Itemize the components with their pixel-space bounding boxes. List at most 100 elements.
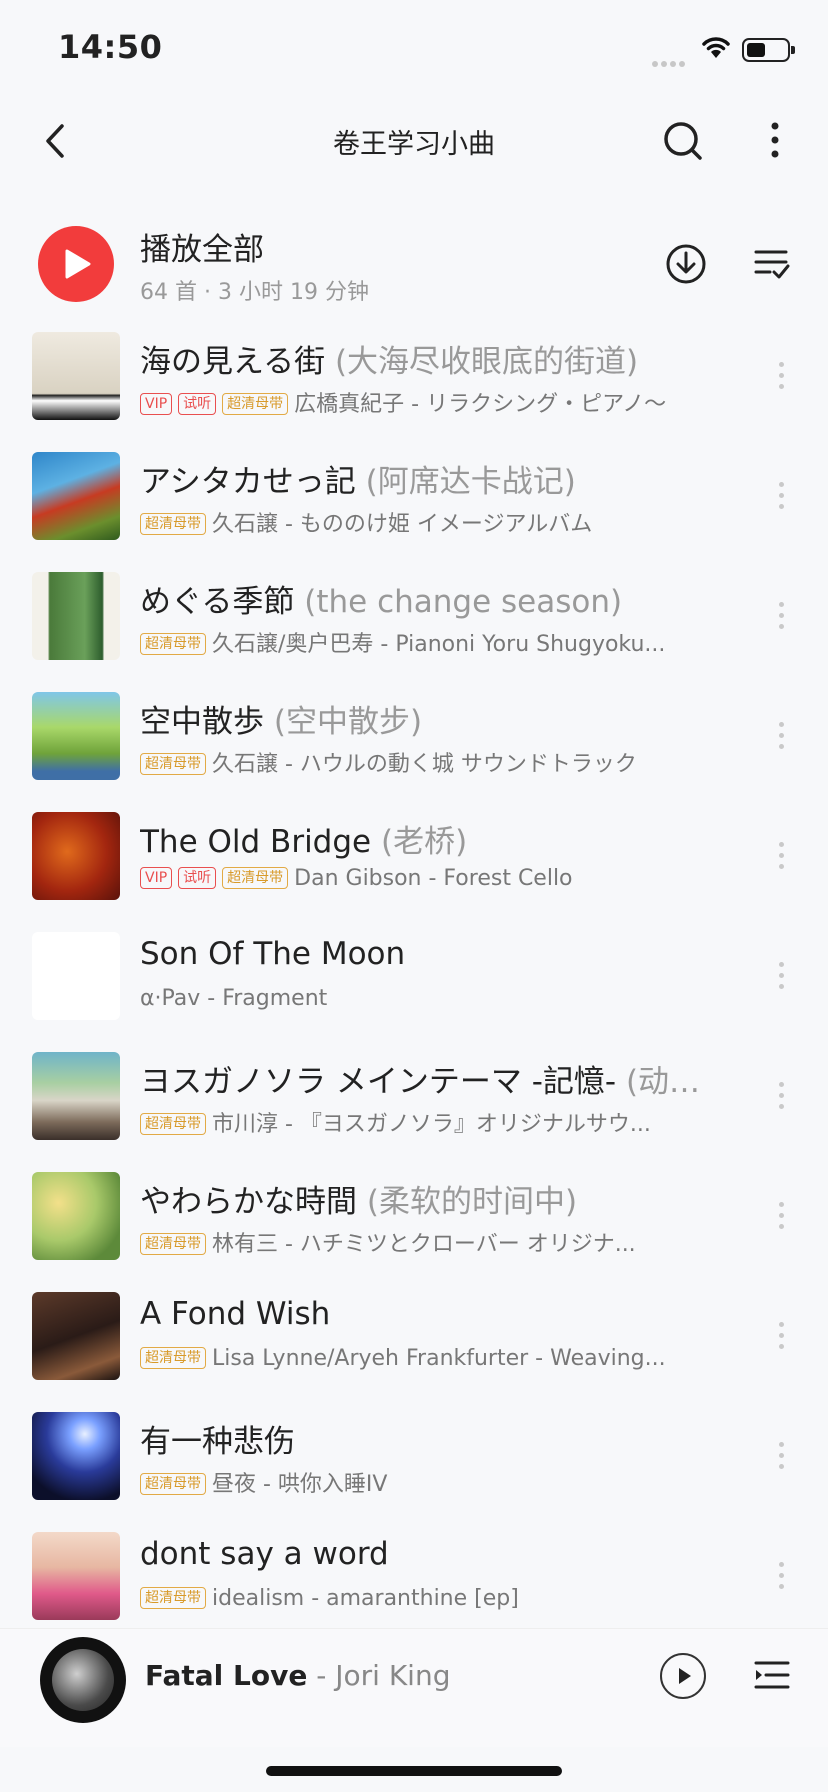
song-meta: VIP 试听 超清母带 広橋真紀子 - リラクシング・ピアノ～ [140, 386, 700, 418]
song-meta: α·Pav - Fragment [140, 986, 700, 1011]
song-row[interactable]: Son Of The Moon α·Pav - Fragment [0, 918, 828, 1038]
song-meta: 超清母带 Lisa Lynne/Aryeh Frankfurter - Weavi… [140, 1346, 700, 1371]
song-alias: (大海尽收眼底的街道) [334, 344, 639, 380]
now-playing-title: Fatal Love [145, 1659, 308, 1692]
song-row[interactable]: アシタカせっ記 (阿席达卡战记) 超清母带 久石譲 - もののけ姫 イメージアルバム [0, 438, 828, 558]
song-artist-album: 広橋真紀子 - リラクシング・ピアノ～ [294, 392, 667, 417]
now-playing-track[interactable]: Fatal Love - Jori King [145, 1659, 450, 1692]
more-vertical-icon[interactable] [760, 116, 790, 166]
cover-fragment [32, 932, 120, 1020]
song-row[interactable]: 有一种悲伤超清母带 昼夜 - 哄你入睡IV [0, 1398, 828, 1518]
download-icon[interactable] [664, 242, 708, 286]
song-name: 有一种悲伤 [140, 1416, 720, 1461]
song-title: めぐる季節 [140, 584, 295, 620]
master-quality-tag: 超清母带 [140, 1347, 206, 1369]
song-more-icon[interactable] [772, 722, 790, 756]
song-meta: 超清母带 林有三 - ハチミツとクローバー オリジナ... [140, 1226, 700, 1258]
now-playing-separator: - [307, 1659, 336, 1692]
album-cover[interactable] [32, 572, 120, 660]
song-name: A Fond Wish [140, 1296, 720, 1332]
battery-icon [742, 38, 795, 62]
master-quality-tag: 超清母带 [140, 513, 206, 535]
play-all-bar[interactable]: 播放全部 64 首 · 3 小时 19 分钟 [0, 212, 828, 312]
cover-ashitaka [32, 452, 120, 540]
song-more-icon[interactable] [772, 362, 790, 396]
vip-tag: VIP [140, 393, 173, 415]
cover-change-season [32, 572, 120, 660]
album-cover[interactable] [32, 1292, 120, 1380]
song-more-icon[interactable] [772, 1322, 790, 1356]
song-more-icon[interactable] [772, 1202, 790, 1236]
cover-sadness [32, 1412, 120, 1500]
cover-yosuga [32, 1052, 120, 1140]
song-artist-album: 久石譲 - もののけ姫 イメージアルバム [212, 512, 593, 537]
playlist-summary: 64 首 · 3 小时 19 分钟 [140, 280, 369, 305]
song-title: dont say a word [140, 1536, 389, 1572]
master-quality-tag: 超清母带 [222, 393, 289, 415]
song-alias: (阿席达卡战记) [365, 464, 576, 500]
album-cover[interactable] [32, 692, 120, 780]
status-time: 14:50 [58, 28, 163, 66]
song-row[interactable]: やわらかな時間 (柔软的时间中) 超清母带 林有三 - ハチミツとクローバー オリジ… [0, 1158, 828, 1278]
song-more-icon[interactable] [772, 602, 790, 636]
album-cover[interactable] [32, 1532, 120, 1620]
vip-tag: VIP [140, 867, 173, 889]
nav-bar: 卷王学习小曲 [0, 100, 828, 182]
song-name: ヨスガノソラ メインテーマ -記憶- (动… [140, 1056, 720, 1101]
song-meta: 超清母带 市川淳 - 『ヨスガノソラ』オリジナルサウ... [140, 1106, 700, 1138]
song-more-icon[interactable] [772, 1562, 790, 1596]
song-artist-album: α·Pav - Fragment [140, 986, 328, 1011]
master-quality-tag: 超清母带 [140, 1587, 206, 1609]
now-playing-cover[interactable] [40, 1637, 126, 1723]
cover-honey-clover [32, 1172, 120, 1260]
song-name: dont say a word [140, 1536, 720, 1572]
song-row[interactable]: A Fond Wish 超清母带 Lisa Lynne/Aryeh Frankfur… [0, 1278, 828, 1398]
song-artist-album: 昼夜 - 哄你入睡IV [212, 1472, 388, 1497]
playlist-queue-icon[interactable] [752, 1655, 792, 1695]
song-row[interactable]: The Old Bridge (老桥) VIP 试听 超清母带 Dan Gibson -… [0, 798, 828, 918]
now-playing-artist: Jori King [335, 1659, 451, 1692]
song-alias: (老桥) [380, 824, 468, 860]
album-cover[interactable] [32, 812, 120, 900]
play-all-label: 播放全部 [140, 232, 264, 268]
master-quality-tag: 超清母带 [140, 1233, 206, 1255]
song-artist-album: Dan Gibson - Forest Cello [294, 866, 573, 891]
song-row[interactable]: dont say a word 超清母带 idealism - amaranthin… [0, 1518, 828, 1638]
song-alias: (动… [625, 1064, 701, 1100]
song-more-icon[interactable] [772, 842, 790, 876]
song-more-icon[interactable] [772, 1082, 790, 1116]
master-quality-tag: 超清母带 [140, 1473, 206, 1495]
album-cover[interactable] [32, 1052, 120, 1140]
multi-select-icon[interactable] [752, 244, 792, 284]
song-row[interactable]: めぐる季節 (the change season) 超清母带 久石譲/奥户巴寿 - … [0, 558, 828, 678]
song-more-icon[interactable] [772, 482, 790, 516]
album-cover[interactable] [32, 452, 120, 540]
song-artist-album: idealism - amaranthine [ep] [212, 1586, 519, 1611]
song-meta: 超清母带 昼夜 - 哄你入睡IV [140, 1466, 700, 1498]
song-row[interactable]: 海の見える街 (大海尽收眼底的街道) VIP 试听 超清母带 広橋真紀子 - リラクシン… [0, 318, 828, 438]
album-cover[interactable] [32, 1412, 120, 1500]
mini-player[interactable]: Fatal Love - Jori King [0, 1628, 828, 1747]
song-list: 海の見える街 (大海尽收眼底的街道) VIP 试听 超清母带 広橋真紀子 - リラクシン… [0, 318, 828, 1638]
song-artist-album: Lisa Lynne/Aryeh Frankfurter - Weaving..… [212, 1346, 666, 1371]
album-cover[interactable] [32, 332, 120, 420]
song-row[interactable]: ヨスガノソラ メインテーマ -記憶- (动… 超清母带 市川淳 - 『ヨスガノソラ』… [0, 1038, 828, 1158]
song-more-icon[interactable] [772, 1442, 790, 1476]
play-circle-icon[interactable] [660, 1653, 706, 1699]
master-quality-tag: 超清母带 [140, 633, 206, 655]
master-quality-tag: 超清母带 [140, 753, 206, 775]
album-cover[interactable] [32, 1172, 120, 1260]
play-icon [65, 249, 91, 279]
song-alias: (the change season) [304, 584, 623, 620]
song-title: A Fond Wish [140, 1296, 331, 1332]
search-icon[interactable] [658, 116, 708, 166]
song-row[interactable]: 空中散歩 (空中散步) 超清母带 久石譲 - ハウルの動く城 サウンドトラック [0, 678, 828, 798]
song-name: やわらかな時間 (柔软的时间中) [140, 1176, 720, 1221]
song-name: 海の見える街 (大海尽收眼底的街道) [140, 336, 720, 381]
song-title: The Old Bridge [140, 824, 372, 860]
song-more-icon[interactable] [772, 962, 790, 996]
play-all-button[interactable] [38, 226, 114, 302]
song-name: 空中散歩 (空中散步) [140, 696, 720, 741]
album-cover[interactable] [32, 932, 120, 1020]
trial-tag: 试听 [178, 393, 217, 415]
